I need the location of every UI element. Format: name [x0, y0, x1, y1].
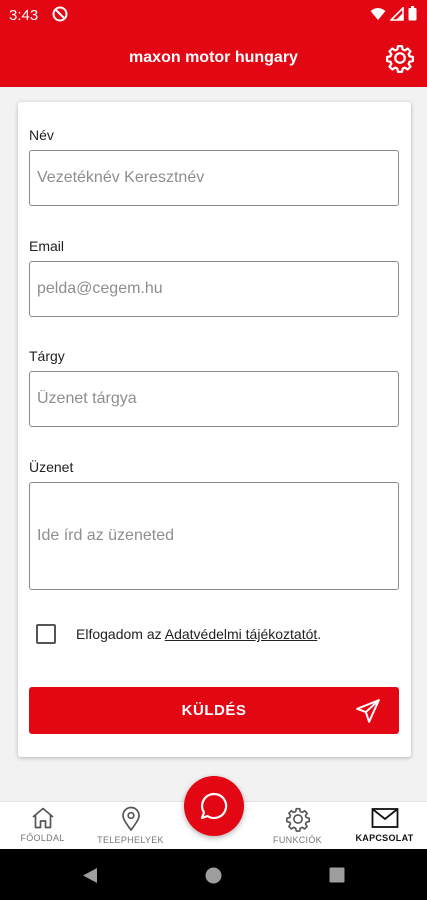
- consent-text: Elfogadom az Adatvédelmi tájékoztatót.: [76, 626, 321, 642]
- status-time: 3:43: [9, 7, 39, 24]
- email-label: Email: [29, 238, 65, 254]
- wifi-icon: [370, 7, 386, 26]
- name-label: Név: [29, 127, 54, 143]
- gear-icon: [386, 45, 414, 73]
- location-pin-icon: [121, 806, 140, 832]
- nav-item-locations[interactable]: TELEPHELYEK: [88, 802, 173, 850]
- nav-label-functions: FUNKCIÓK: [273, 835, 322, 845]
- back-icon[interactable]: [82, 867, 98, 884]
- home-circle-icon[interactable]: [205, 867, 222, 884]
- consent-row: Elfogadom az Adatvédelmi tájékoztatót.: [36, 624, 321, 644]
- nav-label-home: FŐOLDAL: [20, 833, 65, 843]
- message-field[interactable]: [29, 482, 399, 590]
- nav-item-home[interactable]: FŐOLDAL: [0, 802, 85, 850]
- send-button[interactable]: KÜLDÉS: [29, 687, 399, 734]
- subject-label: Tárgy: [29, 348, 65, 364]
- status-bar: 3:43: [0, 0, 427, 30]
- gear-icon: [285, 807, 310, 832]
- home-icon: [31, 807, 54, 829]
- nav-label-contact: KAPCSOLAT: [355, 833, 414, 843]
- recents-icon[interactable]: [329, 867, 345, 883]
- nav-item-functions[interactable]: FUNKCIÓK: [255, 802, 340, 850]
- chat-fab-button[interactable]: [184, 776, 244, 836]
- chat-bubble-icon: [200, 792, 228, 820]
- system-navigation-bar: [0, 849, 427, 900]
- consent-prefix: Elfogadom az: [76, 626, 165, 642]
- send-button-label: KÜLDÉS: [181, 702, 247, 719]
- nav-label-locations: TELEPHELYEK: [97, 835, 164, 845]
- send-icon: [356, 699, 380, 723]
- privacy-policy-link[interactable]: Adatvédelmi tájékoztatót: [165, 626, 318, 642]
- app-title: maxon motor hungary: [129, 49, 298, 66]
- nav-item-contact[interactable]: KAPCSOLAT: [342, 802, 427, 850]
- mail-icon: [371, 808, 398, 828]
- message-label: Üzenet: [29, 459, 74, 475]
- battery-icon: [408, 6, 417, 26]
- contact-form-card: Név Email Tárgy Üzenet Elfogadom az Adat…: [18, 102, 411, 757]
- subject-field[interactable]: [29, 371, 399, 427]
- consent-checkbox[interactable]: [36, 624, 56, 644]
- settings-button[interactable]: [385, 43, 415, 73]
- do-not-disturb-icon: [52, 6, 68, 27]
- name-field[interactable]: [29, 150, 399, 206]
- signal-icon: [389, 5, 404, 26]
- consent-suffix: .: [317, 626, 322, 642]
- email-field[interactable]: [29, 261, 399, 317]
- app-bar: maxon motor hungary: [0, 30, 427, 87]
